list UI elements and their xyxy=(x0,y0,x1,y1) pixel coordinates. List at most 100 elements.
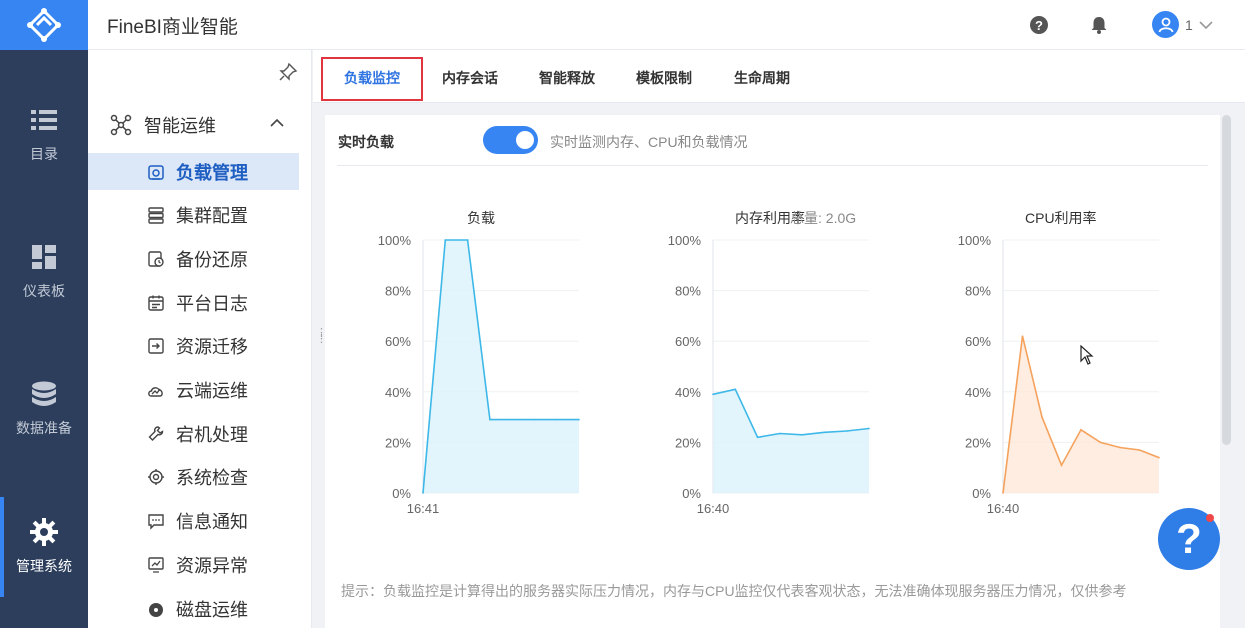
x-tick-label: 16:41 xyxy=(407,501,440,516)
data-point xyxy=(1158,456,1160,459)
subnav-item-label: 宕机处理 xyxy=(176,424,248,445)
data-point xyxy=(533,418,536,421)
message-icon xyxy=(146,511,166,531)
rail-item-catalog[interactable]: 目录 xyxy=(0,85,88,185)
data-point xyxy=(1021,335,1024,337)
subnav-item-label: 云端运维 xyxy=(176,380,248,401)
subnav-item-platform-log[interactable]: 平台日志 xyxy=(88,284,299,321)
mouse-cursor-icon xyxy=(1080,345,1094,365)
data-point xyxy=(1080,428,1082,431)
y-tick-label: 80% xyxy=(675,284,701,299)
data-point xyxy=(734,388,737,391)
subnav-item-resource-anomaly[interactable]: 资源异常 xyxy=(88,546,299,583)
help-icon[interactable]: ? xyxy=(1029,15,1049,35)
subnav-item-cloud-ops[interactable]: 云端运维 xyxy=(88,371,299,408)
tab-bar: 负载监控 内存会话 智能释放 模板限制 生命周期 xyxy=(313,50,1245,103)
subnav-item-label: 集群配置 xyxy=(176,205,248,226)
subnav-item-label: 磁盘运维 xyxy=(176,599,248,620)
finebi-logo[interactable] xyxy=(0,0,88,50)
cog-icon xyxy=(146,467,166,487)
sidebar-resize-handle[interactable]: ⋮ ⋮ xyxy=(316,328,327,350)
user-menu[interactable]: 1 xyxy=(1152,11,1213,38)
subnav-item-label: 系统检查 xyxy=(176,467,248,488)
logo-icon xyxy=(27,8,61,42)
tab-smart-release[interactable]: 智能释放 xyxy=(539,68,595,88)
monitor-chart-icon xyxy=(146,555,166,575)
subnav-item-system-check[interactable]: 系统检查 xyxy=(88,458,299,495)
subnav-item-notification[interactable]: 信息通知 xyxy=(88,502,299,539)
y-tick-label: 60% xyxy=(385,334,411,349)
rail-item-label: 目录 xyxy=(30,146,58,162)
load-monitor-panel: 实时负载 实时监测内存、CPU和负载情况 负载 内存利用率 总量: 2.0G C… xyxy=(325,115,1220,628)
data-point xyxy=(756,436,759,439)
rail-item-admin[interactable]: 管理系统 xyxy=(0,497,88,597)
user-name: 1 xyxy=(1185,16,1193,33)
subnav-item-load-management[interactable]: 负载管理 xyxy=(88,153,299,190)
data-point xyxy=(489,418,491,421)
y-tick-label: 0% xyxy=(392,486,411,501)
tab-memory-session[interactable]: 内存会话 xyxy=(442,68,498,88)
realtime-description: 实时监测内存、CPU和负载情况 xyxy=(550,134,748,150)
load-icon xyxy=(146,162,166,182)
series-area xyxy=(423,240,579,493)
y-tick-label: 20% xyxy=(675,435,701,450)
subnav-item-crash-handling[interactable]: 宕机处理 xyxy=(88,415,299,452)
subnav-item-resource-migration[interactable]: 资源迁移 xyxy=(88,327,299,364)
data-point xyxy=(422,492,424,494)
data-point xyxy=(712,393,714,396)
y-tick-label: 100% xyxy=(958,233,992,248)
rail-item-label: 管理系统 xyxy=(16,558,72,574)
y-tick-label: 40% xyxy=(385,385,411,400)
data-point xyxy=(1119,446,1121,449)
wrench-icon xyxy=(146,424,166,444)
pin-icon[interactable] xyxy=(278,62,298,82)
secondary-sidebar: 智能运维 负载管理 集群配置 备份还原 平台日志 资源迁移 云端运维 宕机处理 … xyxy=(88,50,312,628)
data-point xyxy=(1138,449,1141,451)
subnav-item-label: 资源迁移 xyxy=(176,336,248,357)
data-point xyxy=(823,431,826,434)
data-point xyxy=(444,239,447,241)
subnav-item-label: 负载管理 xyxy=(176,162,248,183)
app-title: FineBI商业智能 xyxy=(107,17,238,38)
memory-chart: 100% 80% 60% 40% 20% 0%16:40 xyxy=(668,233,870,516)
subnav-item-label: 平台日志 xyxy=(176,293,248,314)
dashboard-icon xyxy=(30,243,58,271)
data-point xyxy=(1002,492,1004,494)
tab-load-monitor[interactable]: 负载监控 xyxy=(344,68,400,88)
bell-icon[interactable] xyxy=(1089,15,1109,35)
realtime-toggle[interactable] xyxy=(483,126,538,154)
tab-lifecycle[interactable]: 生命周期 xyxy=(734,68,790,88)
y-tick-label: 0% xyxy=(972,486,991,501)
data-point xyxy=(1099,441,1102,444)
network-icon xyxy=(110,114,132,136)
question-icon: ? xyxy=(1176,515,1202,562)
y-tick-label: 20% xyxy=(965,435,991,450)
group-smart-ops[interactable]: 智能运维 xyxy=(110,112,216,138)
subnav-item-label: 备份还原 xyxy=(176,249,248,270)
divider xyxy=(337,165,1208,166)
rail-item-dashboard[interactable]: 仪表板 xyxy=(0,222,88,322)
list-icon xyxy=(30,106,58,134)
subnav-item-label: 信息通知 xyxy=(176,511,248,532)
rail-item-data-prep[interactable]: 数据准备 xyxy=(0,359,88,459)
subnav-item-disk-ops[interactable]: 磁盘运维 xyxy=(88,590,299,627)
subnav-item-cluster-config[interactable]: 集群配置 xyxy=(88,196,299,233)
rail-item-label: 仪表板 xyxy=(23,283,65,299)
x-tick-label: 16:40 xyxy=(987,501,1020,516)
database-icon xyxy=(30,380,58,408)
realtime-load-label: 实时负载 xyxy=(338,134,394,150)
notification-dot xyxy=(1206,514,1214,522)
data-point xyxy=(868,427,870,430)
data-point xyxy=(801,434,803,436)
y-tick-label: 0% xyxy=(682,486,701,501)
subnav-item-label: 资源异常 xyxy=(176,555,248,576)
subnav-item-backup-restore[interactable]: 备份还原 xyxy=(88,240,299,277)
data-point xyxy=(578,418,580,421)
chevron-up-icon[interactable] xyxy=(268,114,286,132)
vertical-scrollbar[interactable] xyxy=(1222,115,1231,445)
tab-template-limit[interactable]: 模板限制 xyxy=(636,68,692,88)
data-point xyxy=(845,430,848,432)
rail-item-label: 数据准备 xyxy=(16,420,72,436)
calendar-icon xyxy=(146,293,166,313)
series-area xyxy=(713,389,869,493)
